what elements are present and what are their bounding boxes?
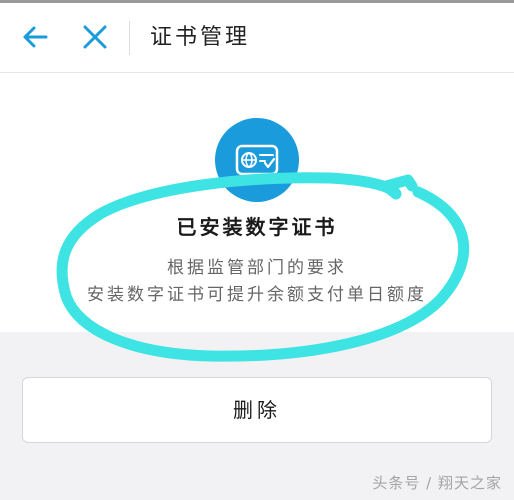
highlight-annotation-circle [56, 172, 470, 362]
watermark: 头条号 / 翔天之家 [372, 474, 502, 492]
